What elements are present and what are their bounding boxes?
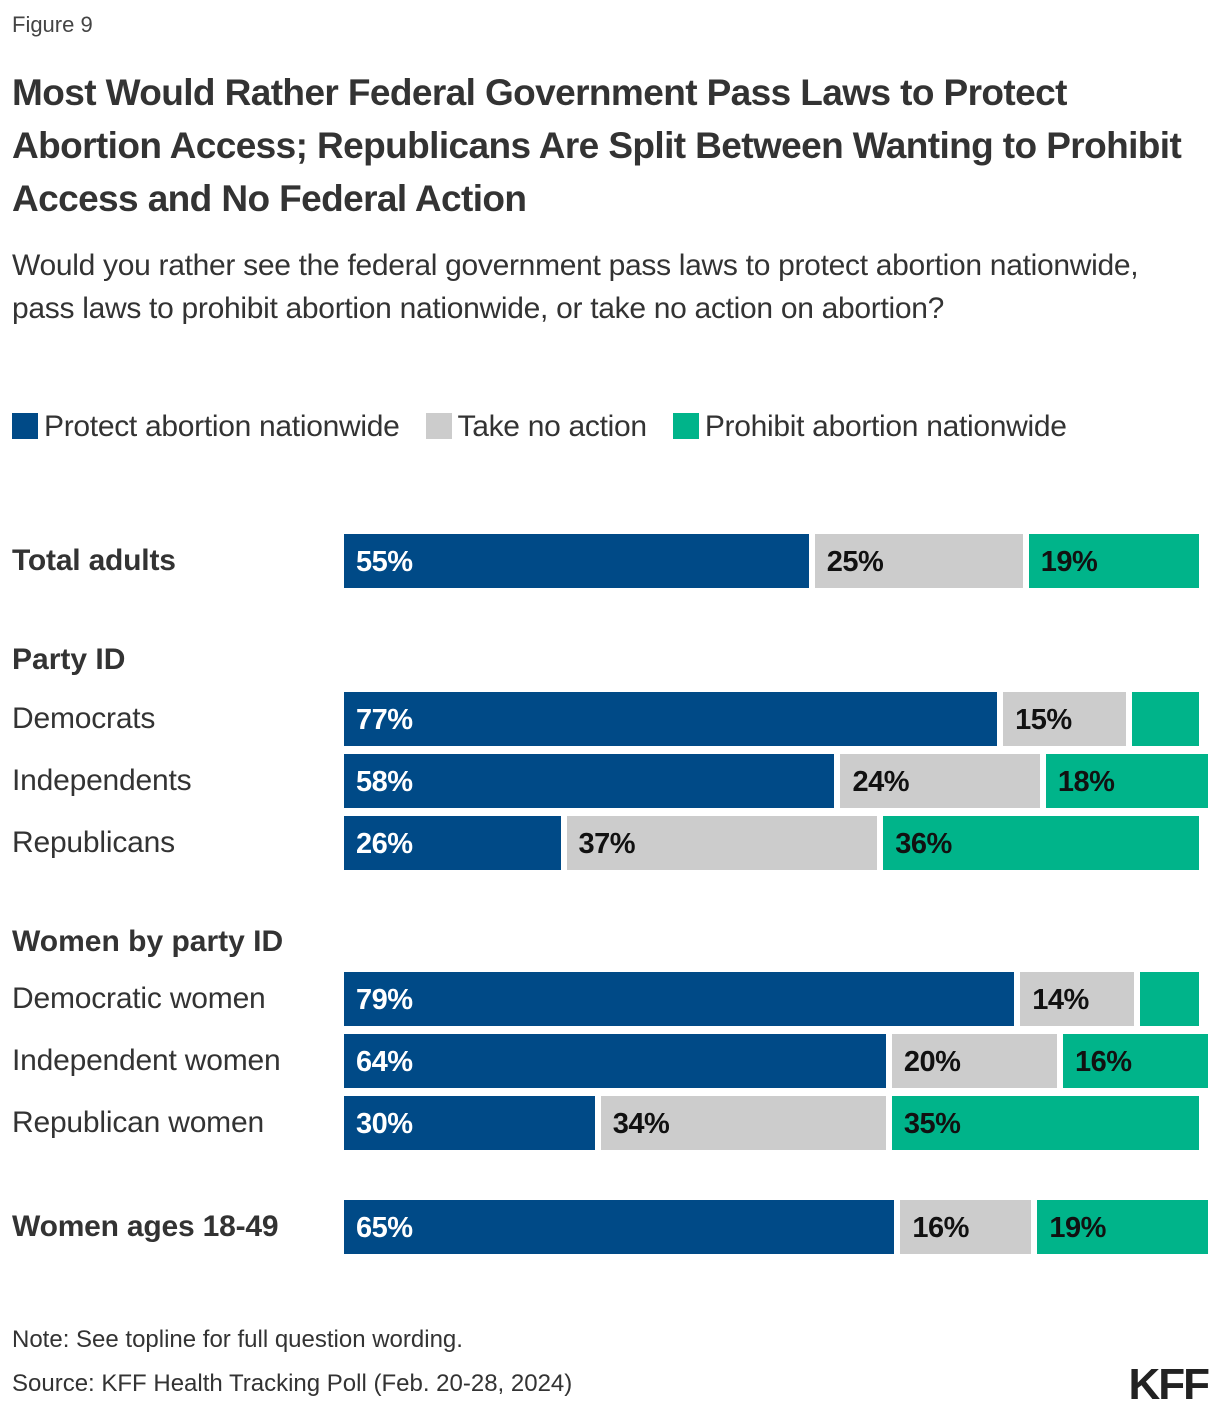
data-label-prohibit: 18% [1057, 766, 1115, 798]
row-label-total-adults: Total adults [12, 544, 176, 577]
bar-segment-prohibit: 36% [883, 816, 1200, 870]
legend-item-protect: Protect abortion nationwide [12, 410, 400, 443]
row-label-independents: Independents [12, 764, 192, 797]
bar-segment-protect: 55% [344, 534, 809, 588]
data-label-no-action: 34% [612, 1108, 670, 1140]
footer-note: Note: See topline for full question word… [12, 1326, 463, 1353]
data-label-protect: 79% [356, 984, 413, 1016]
data-label-no-action: 16% [912, 1212, 969, 1244]
legend-label-prohibit: Prohibit abortion nationwide [704, 410, 1067, 443]
bar-segment-protect: 26% [344, 816, 561, 870]
footer-source: Source: KFF Health Tracking Poll (Feb. 2… [12, 1370, 573, 1397]
legend-item-no-action: Take no action [425, 410, 648, 443]
bar-segment-no-action: 20% [891, 1034, 1058, 1088]
bar-segment-protect: 30% [344, 1096, 595, 1150]
bar-row-democrats: 77% 15% [344, 692, 1214, 746]
legend-swatch-prohibit [672, 413, 699, 439]
chart-subtitle: Would you rather see the federal governm… [12, 249, 1139, 325]
bar-segment-no-action: 16% [900, 1200, 1032, 1254]
bar-segment-prohibit: 19% [1037, 1200, 1208, 1254]
row-label-democratic-women: Democratic women [12, 982, 266, 1015]
chart-title: Most Would Rather Federal Government Pas… [12, 72, 1182, 219]
bar-segment-prohibit: 16% [1063, 1034, 1208, 1088]
bar-segment-no-action: 37% [566, 816, 878, 870]
row-label-women-ages-18-49: Women ages 18-49 [12, 1210, 279, 1243]
kff-logo: KFF [1128, 1360, 1210, 1409]
bar-row-republican-women: 30% 34% 35% [344, 1096, 1214, 1150]
bar-segment-protect: 77% [344, 692, 998, 746]
bar-segment-no-action: 34% [600, 1096, 886, 1150]
data-label-no-action: 15% [1015, 704, 1072, 736]
data-label-prohibit: 16% [1075, 1046, 1132, 1078]
row-label-republicans: Republicans [12, 826, 175, 859]
row-label-republican-women: Republican women [12, 1106, 264, 1139]
bar-segment-prohibit [1131, 692, 1200, 746]
data-label-prohibit: 19% [1049, 1212, 1106, 1244]
data-label-no-action: 37% [578, 828, 636, 860]
data-label-no-action: 20% [903, 1046, 961, 1078]
bar-segment-prohibit: 35% [891, 1096, 1200, 1150]
legend-item-prohibit: Prohibit abortion nationwide [672, 410, 1067, 443]
data-label-no-action: 25% [826, 546, 884, 578]
bar-segment-no-action: 25% [814, 534, 1023, 588]
legend-swatch-protect [12, 413, 38, 439]
data-label-protect: 58% [356, 766, 413, 798]
bar-segment-prohibit: 19% [1028, 534, 1200, 588]
legend-label-no-action: Take no action [457, 410, 648, 443]
data-label-prohibit: 36% [895, 828, 952, 860]
bar-row-independent-women: 64% 20% 16% [344, 1034, 1214, 1088]
data-label-protect: 64% [356, 1046, 413, 1078]
data-label-no-action: 14% [1032, 984, 1089, 1016]
bar-row-independents: 58% 24% 18% [344, 754, 1214, 808]
data-label-protect: 30% [356, 1108, 413, 1140]
bar-row-total-adults: 55% 25% 19% [344, 534, 1214, 588]
data-label-prohibit: 35% [903, 1108, 961, 1140]
data-label-protect: 77% [356, 704, 413, 736]
bar-segment-protect: 58% [344, 754, 835, 808]
bar-segment-prohibit [1140, 972, 1200, 1026]
bar-segment-protect: 65% [344, 1200, 895, 1254]
bar-segment-no-action: 14% [1020, 972, 1135, 1026]
bar-segment-protect: 79% [344, 972, 1015, 1026]
bar-segment-prohibit: 18% [1045, 754, 1208, 808]
bar-row-democratic-women: 79% 14% [344, 972, 1214, 1026]
figure-label: Figure 9 [12, 12, 93, 37]
bar-segment-protect: 64% [344, 1034, 886, 1088]
bar-row-republicans: 26% 37% 36% [344, 816, 1214, 870]
data-label-protect: 26% [356, 828, 413, 860]
data-label-no-action: 24% [852, 766, 910, 798]
bar-row-women-ages-18-49: 65% 16% 19% [344, 1200, 1214, 1254]
legend: Protect abortion nationwide Take no acti… [12, 400, 1112, 454]
bar-segment-no-action: 15% [1003, 692, 1126, 746]
legend-swatch-no-action [425, 413, 452, 439]
data-label-protect: 55% [356, 546, 413, 578]
row-label-democrats: Democrats [12, 702, 156, 735]
data-label-protect: 65% [356, 1212, 413, 1244]
group-label-party-id: Party ID [12, 643, 126, 676]
legend-label-protect: Protect abortion nationwide [44, 410, 400, 443]
row-label-independent-women: Independent women [12, 1044, 281, 1077]
data-label-prohibit: 19% [1040, 546, 1098, 578]
bar-segment-no-action: 24% [840, 754, 1040, 808]
group-label-women-by-party-id: Women by party ID [12, 925, 284, 958]
